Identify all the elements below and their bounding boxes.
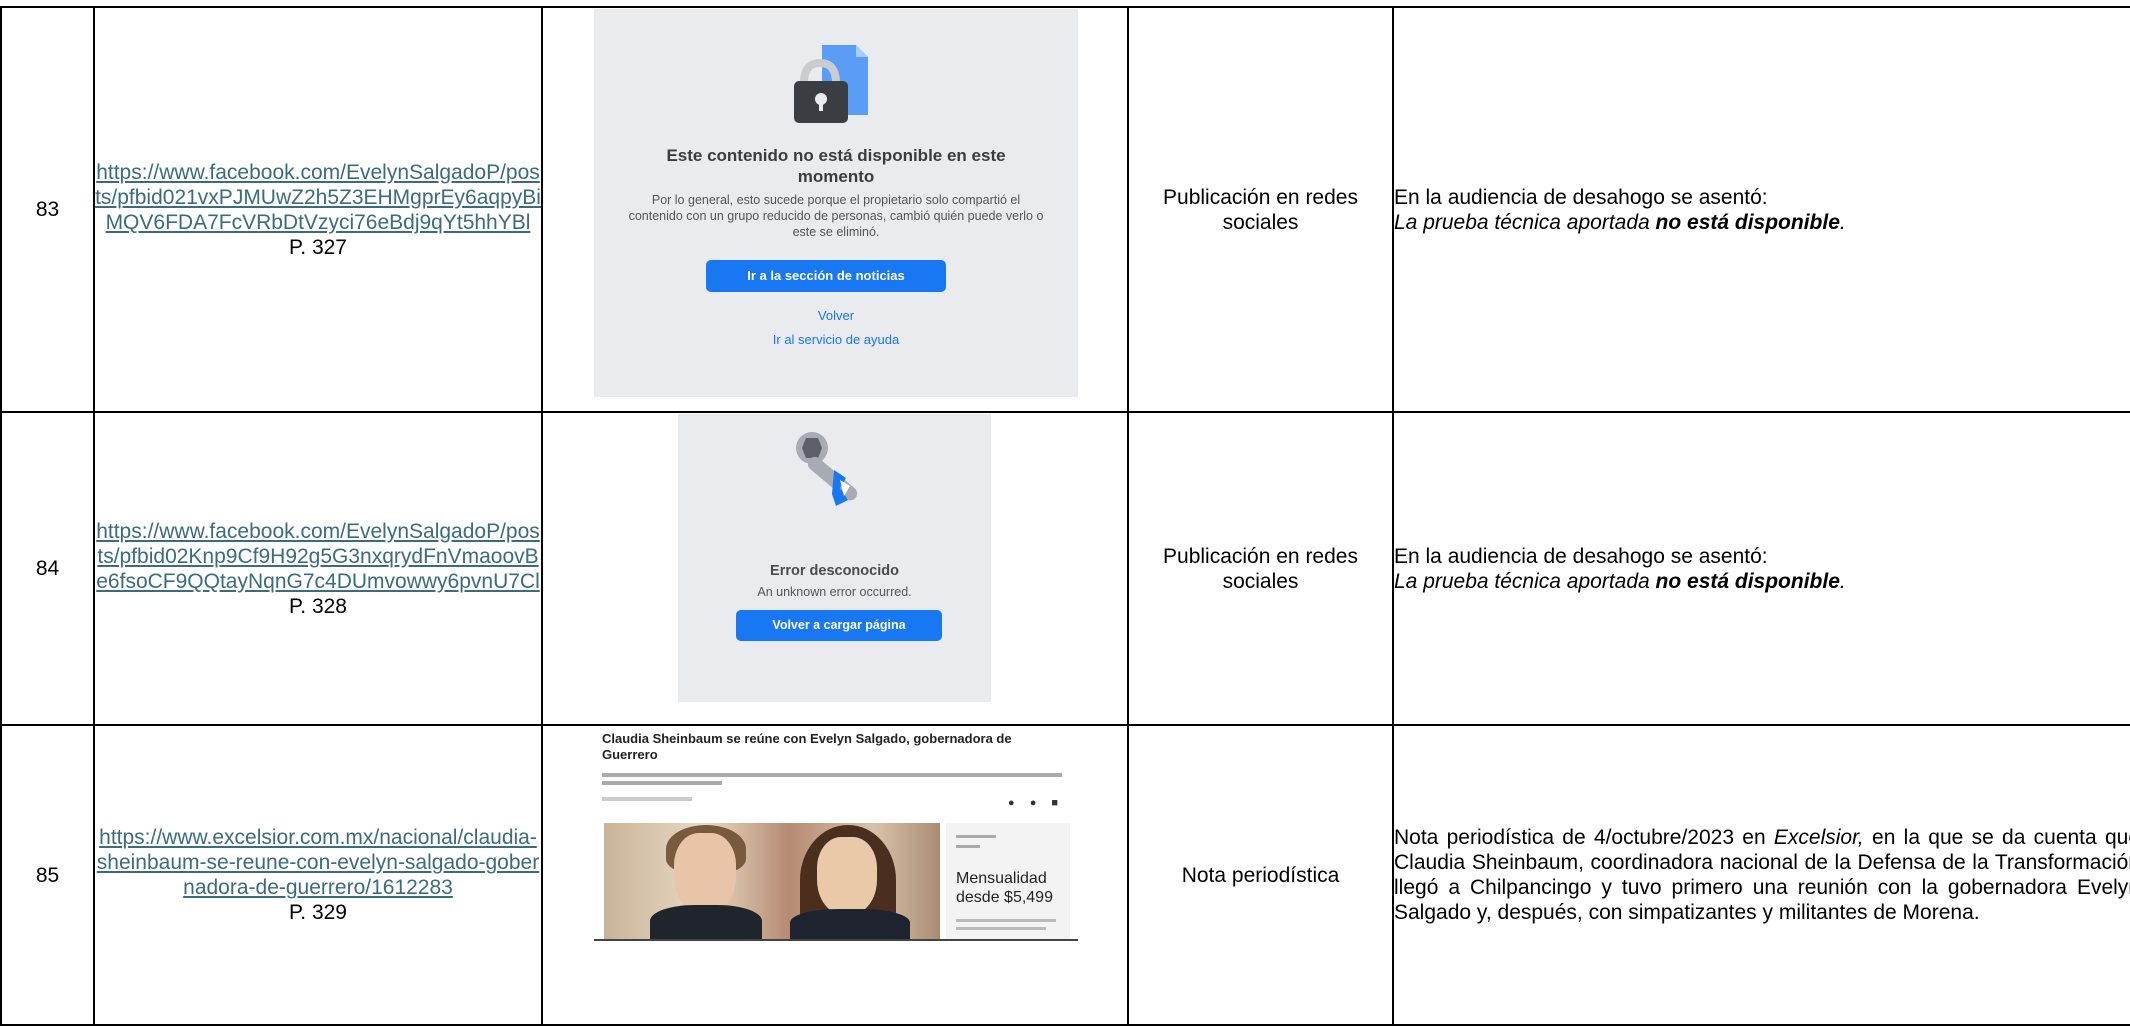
description-text: Nota periodística de 4/octubre/2023 en — [1394, 826, 1774, 849]
ad-blur — [956, 835, 996, 838]
wrench-icon — [788, 424, 878, 514]
help-link[interactable]: Ir al servicio de ayuda — [594, 327, 1078, 352]
page-reference: P. 327 — [288, 235, 347, 259]
ad-headline: Mensualidad desde $5,499 — [956, 870, 1053, 906]
evidence-type: Publicación en redes sociales — [1127, 411, 1394, 726]
evidence-link[interactable]: https://www.facebook.com/EvelynSalgadoP/… — [95, 519, 541, 594]
article-byline-blur — [602, 797, 692, 801]
news-article-screenshot: Claudia Sheinbaum se reúne con Evelyn Sa… — [594, 729, 1078, 941]
unknown-error-screenshot: Error desconocido An unknown error occur… — [678, 414, 991, 702]
description-intro: En la audiencia de desahogo se asentó: — [1394, 185, 1768, 209]
row-number: 83 — [0, 6, 95, 413]
person-face — [674, 833, 736, 913]
page-reference: P. 329 — [288, 901, 347, 924]
article-subtitle-blur — [602, 781, 722, 785]
evidence-description: En la audiencia de desahogo se asentó: L… — [1392, 411, 2130, 726]
evidence-link[interactable]: https://www.facebook.com/EvelynSalgadoP/… — [95, 160, 541, 235]
evidence-link-cell: https://www.facebook.com/EvelynSalgadoP/… — [93, 411, 543, 726]
ad-blur — [956, 927, 1046, 930]
finding-emphasis: no está disponible — [1655, 569, 1840, 593]
screenshot-cell: Este contenido no está disponible en est… — [541, 6, 1129, 413]
news-feed-button[interactable]: Ir a la sección de noticias — [706, 260, 946, 292]
article-photo — [604, 823, 940, 939]
screenshot-cell: Error desconocido An unknown error occur… — [541, 411, 1129, 726]
evidence-link-cell: https://www.excelsior.com.mx/nacional/cl… — [93, 724, 543, 1026]
evidence-type: Publicación en redes sociales — [1127, 6, 1394, 413]
ad-blur — [956, 845, 980, 848]
table-row: 83 https://www.facebook.com/EvelynSalgad… — [0, 6, 2130, 413]
page-reference: P. 328 — [288, 594, 347, 618]
lock-document-icon — [784, 39, 874, 129]
newspaper-name: Excelsior, — [1773, 826, 1864, 849]
article-headline: Claudia Sheinbaum se reúne con Evelyn Sa… — [602, 731, 1012, 762]
error-subtitle: An unknown error occurred. — [757, 585, 912, 599]
unavailable-title: Este contenido no está disponible en est… — [666, 146, 1006, 186]
person-body — [790, 909, 910, 939]
article-subtitle-blur — [602, 773, 1062, 777]
finding-text: La prueba técnica aportada — [1394, 569, 1656, 593]
unavailable-body: Por lo general, esto sucede porque el pr… — [628, 193, 1044, 239]
ad-blur — [956, 919, 1056, 922]
reload-page-button[interactable]: Volver a cargar página — [736, 610, 942, 641]
evidence-link-cell: https://www.facebook.com/EvelynSalgadoP/… — [93, 6, 543, 413]
back-link[interactable]: Volver — [594, 303, 1078, 328]
evidence-table: 83 https://www.facebook.com/EvelynSalgad… — [0, 6, 2130, 1026]
table-row: 84 https://www.facebook.com/EvelynSalgad… — [0, 411, 2130, 726]
evidence-description: En la audiencia de desahogo se asentó: L… — [1392, 6, 2130, 413]
table-row: 85 https://www.excelsior.com.mx/nacional… — [0, 724, 2130, 1026]
evidence-description: Nota periodística de 4/octubre/2023 en E… — [1392, 724, 2130, 1026]
finding-end: . — [1839, 210, 1846, 234]
finding-end: . — [1839, 569, 1846, 593]
person-face — [817, 837, 877, 915]
share-icons: ● ● ■ — [1008, 797, 1065, 809]
evidence-type: Nota periodística — [1127, 724, 1394, 1026]
advertisement: Mensualidad desde $5,499 — [946, 823, 1070, 939]
content-unavailable-screenshot: Este contenido no está disponible en est… — [594, 9, 1078, 397]
finding-emphasis: no está disponible — [1655, 210, 1840, 234]
description-intro: En la audiencia de desahogo se asentó: — [1394, 544, 1768, 568]
description-finding: La prueba técnica aportada no está dispo… — [1394, 569, 2130, 594]
row-number: 85 — [0, 724, 95, 1026]
person-body — [650, 905, 762, 939]
finding-text: La prueba técnica aportada — [1394, 210, 1656, 234]
evidence-link[interactable]: https://www.excelsior.com.mx/nacional/cl… — [95, 825, 541, 900]
row-number: 84 — [0, 411, 95, 726]
description-finding: La prueba técnica aportada no está dispo… — [1394, 210, 2130, 235]
screenshot-cell: Claudia Sheinbaum se reúne con Evelyn Sa… — [541, 724, 1129, 1026]
